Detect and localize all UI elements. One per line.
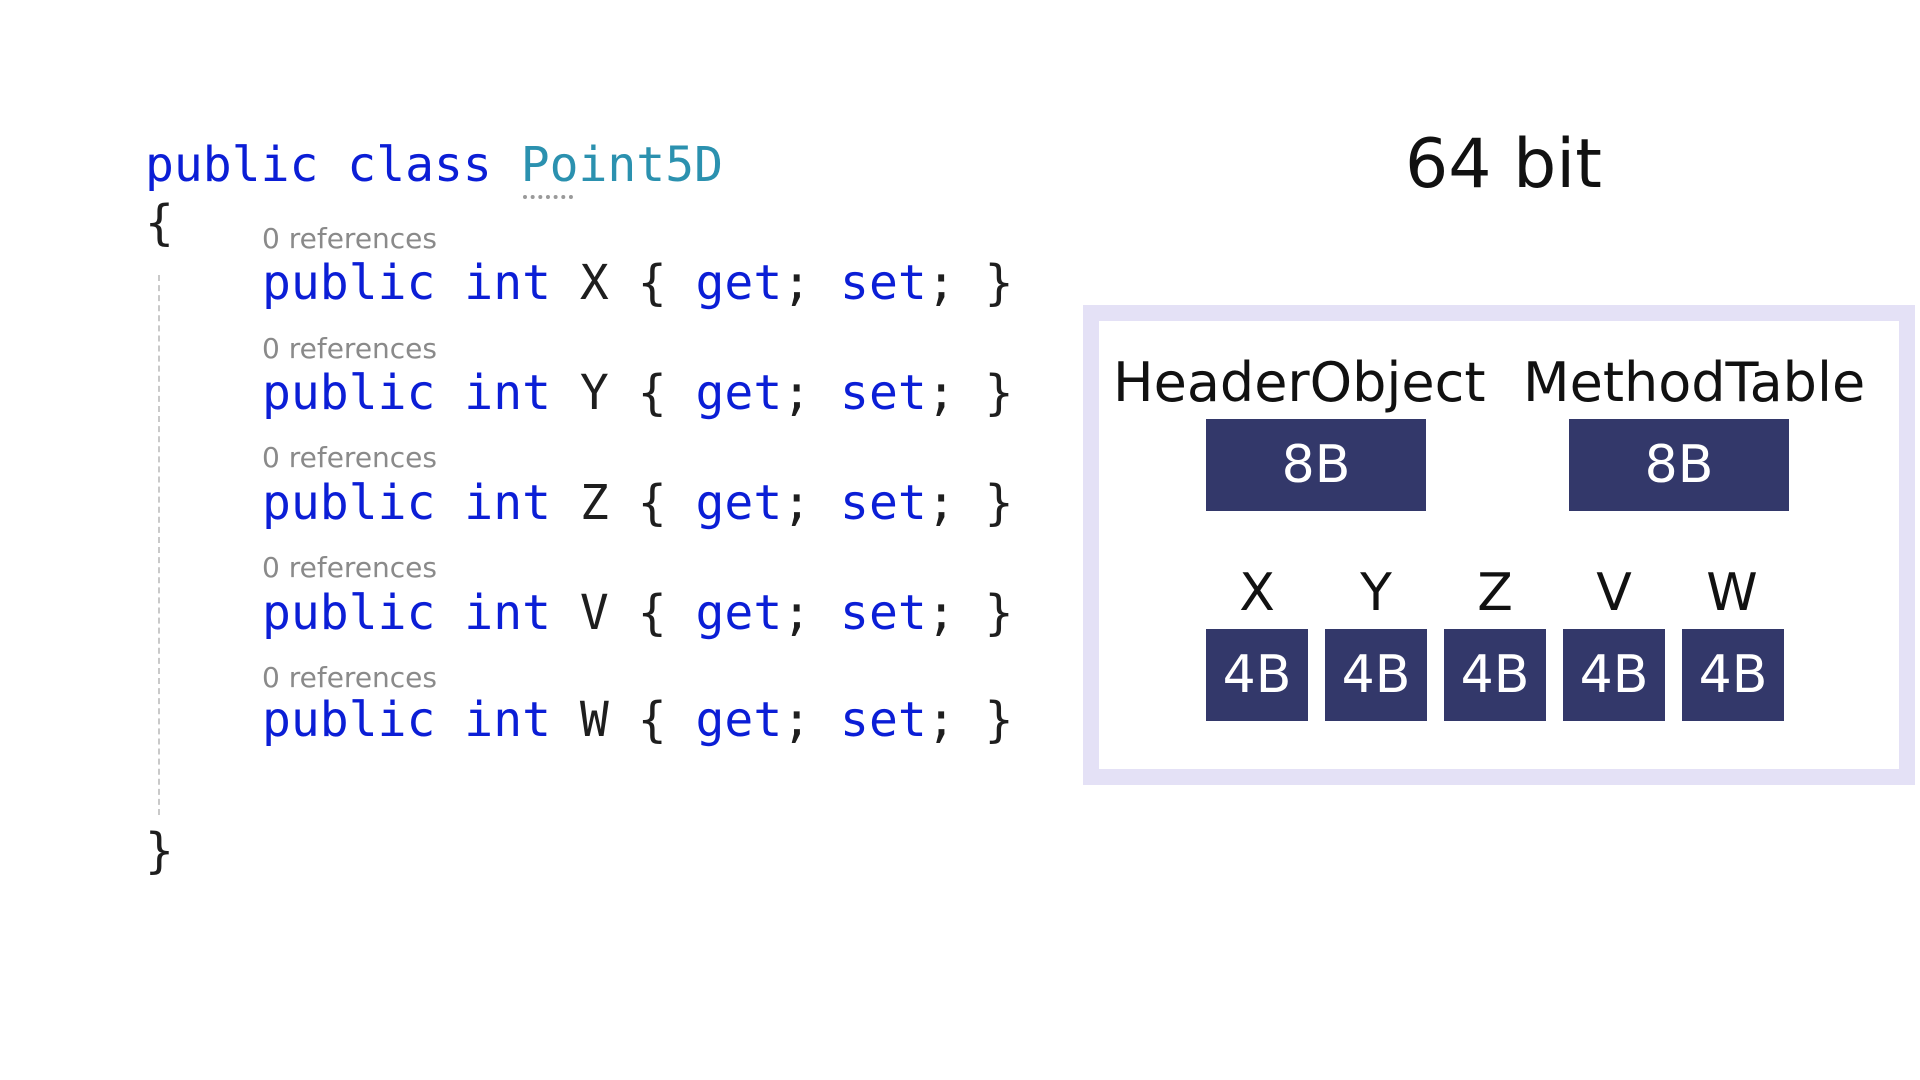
property-v: public int V { get; set; }	[262, 583, 1013, 643]
class-declaration: public class Point5D	[145, 135, 723, 195]
field-block-y: 4B	[1325, 629, 1427, 721]
keyword-public: public	[262, 585, 436, 641]
keyword-public: public	[145, 137, 319, 193]
field-block-x: 4B	[1206, 629, 1308, 721]
diagram-title: 64 bit	[1405, 125, 1602, 204]
semicolon: ;	[782, 255, 812, 311]
keyword-int: int	[464, 475, 551, 531]
keyword-public: public	[262, 255, 436, 311]
property-name: Z	[579, 475, 609, 531]
method-table-block: 8B	[1569, 419, 1789, 511]
references-codelens[interactable]: 0 references	[262, 551, 437, 584]
field-block-v: 4B	[1563, 629, 1665, 721]
semicolon: ;	[782, 692, 812, 748]
brace: {	[637, 475, 667, 531]
references-codelens[interactable]: 0 references	[262, 441, 437, 474]
keyword-int: int	[464, 692, 551, 748]
field-label-w: W	[1706, 563, 1758, 623]
keyword-public: public	[262, 365, 436, 421]
keyword-set: set	[840, 692, 927, 748]
keyword-set: set	[840, 365, 927, 421]
property-name: W	[579, 692, 609, 748]
semicolon: ;	[782, 365, 812, 421]
keyword-int: int	[464, 585, 551, 641]
header-object-block: 8B	[1206, 419, 1426, 511]
field-label-y: Y	[1360, 563, 1392, 623]
field-label-x: X	[1239, 563, 1275, 623]
keyword-set: set	[840, 475, 927, 531]
keyword-get: get	[695, 255, 783, 311]
keyword-get: get	[695, 692, 783, 748]
keyword-public: public	[262, 692, 436, 748]
memory-layout-frame: HeaderObject MethodTable 8B 8B X Y Z V W…	[1083, 305, 1915, 785]
semicolon: ;	[782, 585, 812, 641]
brace: }	[984, 475, 1014, 531]
keyword-set: set	[840, 255, 927, 311]
field-label-v: V	[1596, 563, 1632, 623]
field-block-w: 4B	[1682, 629, 1784, 721]
keyword-get: get	[695, 475, 783, 531]
property-w: public int W { get; set; }	[262, 690, 1013, 750]
close-brace: }	[145, 823, 174, 879]
property-name: Y	[579, 365, 609, 421]
keyword-public: public	[262, 475, 436, 531]
brace: {	[637, 365, 667, 421]
field-block-z: 4B	[1444, 629, 1546, 721]
brace: {	[637, 255, 667, 311]
field-label-z: Z	[1477, 563, 1513, 623]
open-brace: {	[145, 195, 174, 251]
property-name: V	[579, 585, 609, 641]
brace: }	[984, 365, 1014, 421]
semicolon: ;	[926, 585, 956, 641]
property-z: public int Z { get; set; }	[262, 473, 1013, 533]
semicolon: ;	[782, 475, 812, 531]
semicolon: ;	[926, 255, 956, 311]
keyword-get: get	[695, 365, 783, 421]
brace: {	[637, 585, 667, 641]
brace: {	[637, 692, 667, 748]
brace: }	[984, 255, 1014, 311]
keyword-class: class	[347, 137, 492, 193]
property-y: public int Y { get; set; }	[262, 363, 1013, 423]
semicolon: ;	[926, 475, 956, 531]
brace: }	[984, 692, 1014, 748]
indent-guide	[158, 275, 160, 815]
property-name: X	[579, 255, 609, 311]
keyword-set: set	[840, 585, 927, 641]
keyword-int: int	[464, 365, 551, 421]
method-table-label: MethodTable	[1523, 351, 1866, 414]
keyword-int: int	[464, 255, 551, 311]
class-name[interactable]: Point5D	[521, 137, 723, 193]
references-codelens[interactable]: 0 references	[262, 332, 437, 365]
header-object-label: HeaderObject	[1113, 351, 1486, 414]
property-x: public int X { get; set; }	[262, 253, 1013, 313]
semicolon: ;	[926, 365, 956, 421]
keyword-get: get	[695, 585, 783, 641]
brace: }	[984, 585, 1014, 641]
semicolon: ;	[926, 692, 956, 748]
references-codelens[interactable]: 0 references	[262, 222, 437, 255]
